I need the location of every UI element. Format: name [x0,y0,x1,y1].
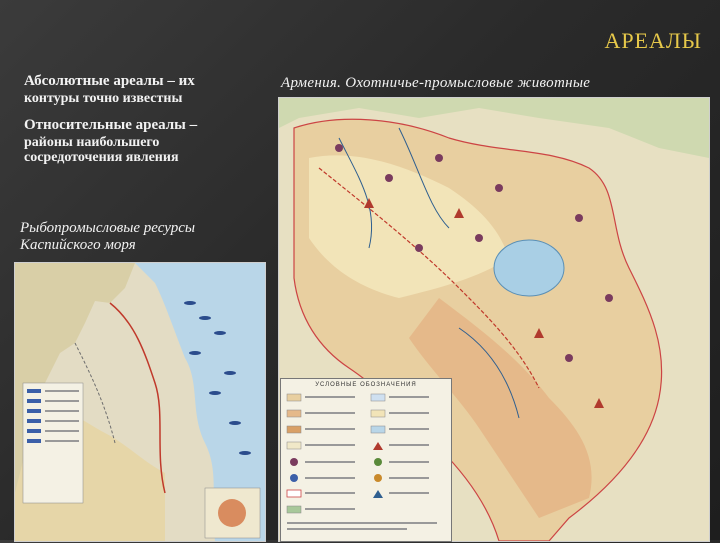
slide-title: АРЕАЛЫ [604,28,702,53]
caspian-map-image [14,262,266,542]
legend-swatches [286,393,437,530]
legend-title: УСЛОВНЫЕ ОБОЗНАЧЕНИЯ [315,382,417,388]
caspian-map-graphic [15,263,265,541]
absolute-areas-text: Абсолютные ареалы – их контуры точно изв… [24,73,195,107]
map-legend: УСЛОВНЫЕ ОБОЗНАЧЕНИЯ [280,378,452,542]
armenia-caption: Армения. Охотничье-промысловые животные [281,75,591,91]
relative-areas-sub: районы наибольшего сосредоточения явлени… [24,135,179,165]
relative-areas-text: Относительные ареалы – районы наибольшег… [24,117,254,166]
relative-areas-heading: Относительные ареалы – [24,117,198,133]
caspian-caption: Рыбопромысловые ресурсы Каспийского моря [20,220,196,253]
absolute-areas-heading: Абсолютные ареалы – их [24,73,195,89]
absolute-areas-sub: контуры точно известны [24,91,183,106]
